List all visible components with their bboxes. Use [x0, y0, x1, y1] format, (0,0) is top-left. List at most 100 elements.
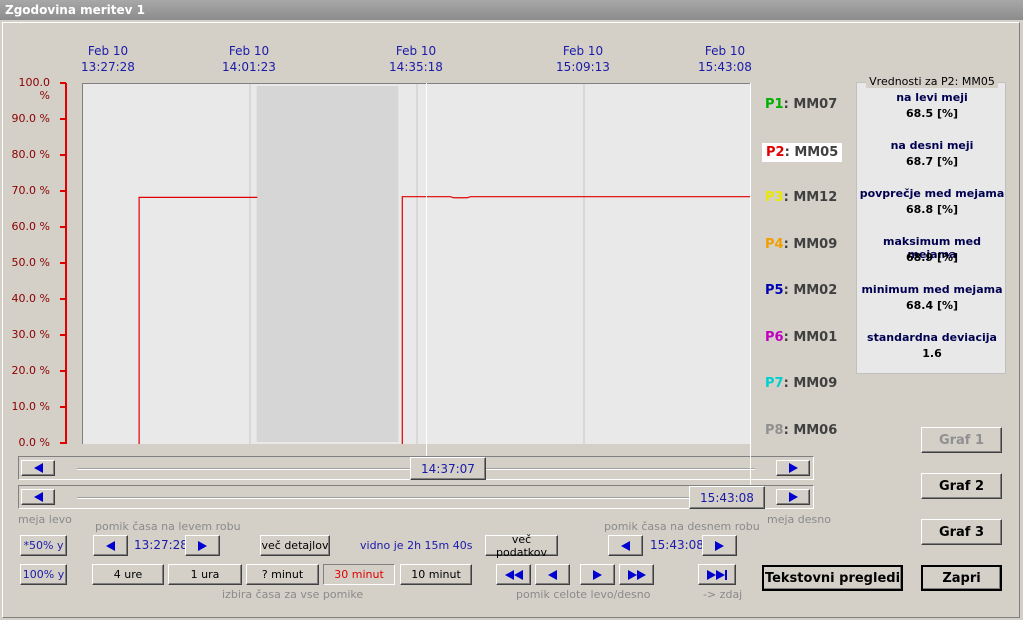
jump-to-now-button[interactable]: [698, 564, 736, 585]
y-tick-label: 40.0 %: [11, 292, 50, 305]
time-label-date: Feb 10: [704, 44, 746, 58]
shift-all-label: pomik celote levo/desno: [516, 588, 651, 601]
more-details-button[interactable]: več detajlov: [260, 535, 330, 556]
y-50-button[interactable]: *50% y: [20, 535, 67, 556]
legend-name: MM09: [793, 236, 838, 252]
double-arrow-right-icon: [627, 569, 637, 580]
right-limit-cursor-line: [750, 83, 751, 485]
close-button[interactable]: Zapri: [921, 565, 1002, 591]
time-1-hour-button[interactable]: 1 ura: [168, 564, 242, 585]
double-arrow-left-icon: [504, 569, 514, 580]
value-label: minimum med mejama: [861, 283, 1003, 296]
left-limit-cursor-line: [426, 83, 427, 456]
time-label-date: Feb 10: [395, 44, 437, 58]
arrow-right-icon: [715, 540, 724, 551]
y-tick-label: 80.0 %: [11, 148, 50, 161]
left-limit-scroll-left-button[interactable]: [21, 460, 55, 476]
now-label: -> zdaj: [703, 588, 743, 601]
left-limit-scroll-right-button[interactable]: [776, 460, 810, 476]
legend-code: P4: [765, 236, 784, 252]
plot-area[interactable]: [82, 83, 751, 444]
right-edge-time: 15:43:08: [650, 538, 704, 552]
time-label: Feb 10 14:01:23: [204, 43, 294, 75]
y-tick-label: 100.0 %: [18, 76, 51, 102]
legend-name: MM12: [793, 190, 838, 205]
arrow-right-icon: [198, 540, 207, 551]
time-label: Feb 10 14:35:18: [371, 43, 461, 75]
y-tick-label: 90.0 %: [11, 112, 50, 125]
arrow-left-icon: [548, 569, 557, 580]
y-tick-label: 30.0 %: [11, 328, 50, 341]
value-label: na desni meji: [890, 139, 974, 152]
y-tick-label: 70.0 %: [11, 184, 50, 197]
more-data-button[interactable]: več podatkov: [485, 533, 558, 559]
time-4-hours-button[interactable]: 4 ure: [92, 564, 164, 585]
time-30-minutes-button[interactable]: 30 minut: [323, 564, 395, 585]
graph-1-button[interactable]: Graf 1: [921, 427, 1002, 453]
left-limit-thumb[interactable]: 14:37:07: [410, 457, 486, 480]
arrow-left-icon: [33, 492, 43, 502]
left-limit-label: meja levo: [18, 513, 72, 526]
y-tick-label: 20.0 %: [11, 364, 50, 377]
text-reviews-button[interactable]: Tekstovni pregledi: [762, 565, 903, 591]
time-label-time: 15:09:13: [556, 60, 610, 74]
series-line-p2: [138, 196, 258, 444]
arrow-left-icon: [33, 463, 43, 473]
legend-item-p2[interactable]: P2: MM05: [762, 142, 843, 162]
value-label: na levi meji: [896, 91, 968, 104]
right-edge-shift-label: pomik časa na desnem robu: [604, 520, 760, 533]
legend-name: MM09: [793, 376, 838, 391]
shift-all-fast-left-button[interactable]: [496, 564, 531, 585]
legend-item-p5[interactable]: P5: MM02: [762, 282, 840, 299]
visible-span-text: vidno je 2h 15m 40s: [360, 539, 473, 552]
legend-item-p6[interactable]: P6: MM01: [762, 329, 840, 346]
value-number: 68.4 [%]: [905, 299, 959, 312]
left-edge-forward-button[interactable]: [185, 535, 220, 556]
graph-3-button[interactable]: Graf 3: [921, 519, 1002, 545]
legend-code: P3: [765, 190, 784, 205]
right-limit-scroll-right-button[interactable]: [776, 489, 810, 505]
left-edge-shift-label: pomik časa na levem robu: [95, 520, 241, 533]
time-10-minutes-button[interactable]: 10 minut: [400, 564, 472, 585]
graph-2-button[interactable]: Graf 2: [921, 473, 1002, 499]
chart-svg: [138, 84, 751, 444]
shift-all-fast-right-button[interactable]: [619, 564, 654, 585]
arrow-left-icon: [106, 540, 115, 551]
shift-all-left-button[interactable]: [535, 564, 570, 585]
legend-item-p8[interactable]: P8: MM06: [762, 422, 840, 439]
values-panel: Vrednosti za P2: MM05 na levi meji 68.5 […: [856, 75, 1006, 374]
left-limit-scrollbar[interactable]: 14:37:07: [18, 456, 814, 480]
legend-item-p4[interactable]: P4: MM09: [762, 236, 840, 253]
right-limit-track[interactable]: [77, 497, 755, 499]
legend-name: MM07: [793, 97, 838, 112]
right-edge-forward-button[interactable]: [702, 535, 737, 556]
y-100-button[interactable]: 100% y: [20, 564, 67, 585]
right-edge-back-button[interactable]: [608, 535, 643, 556]
legend-item-p3[interactable]: P3: MM12: [762, 189, 840, 206]
legend-item-p1[interactable]: P1: MM07: [762, 96, 840, 113]
legend-code: P2: [766, 144, 785, 160]
y-tick-label: 60.0 %: [11, 220, 50, 233]
series-line-p2: [401, 196, 751, 444]
legend-code: P1: [765, 97, 784, 112]
time-label-time: 15:43:08: [698, 60, 752, 74]
legend-item-p7[interactable]: P7: MM09: [762, 375, 840, 392]
values-panel-title: Vrednosti za P2: MM05: [866, 75, 998, 88]
left-edge-back-button[interactable]: [93, 535, 128, 556]
value-number: 68.9 [%]: [905, 251, 959, 264]
time-label: Feb 10 15:09:13: [538, 43, 628, 75]
arrow-right-icon: [593, 569, 602, 580]
y-tick-label: 10.0 %: [11, 400, 50, 413]
time-custom-minutes-button[interactable]: ? minut: [246, 564, 319, 585]
legend-code: P6: [765, 329, 784, 345]
time-label: Feb 10 15:43:08: [680, 43, 770, 75]
shift-all-right-button[interactable]: [580, 564, 615, 585]
right-limit-scroll-left-button[interactable]: [21, 489, 55, 505]
right-limit-scrollbar[interactable]: 15:43:08: [18, 485, 814, 509]
time-label-time: 13:27:28: [81, 60, 135, 74]
right-limit-thumb[interactable]: 15:43:08: [689, 486, 765, 509]
legend-name: MM05: [794, 144, 839, 160]
skip-end-icon: [707, 569, 716, 580]
time-label-date: Feb 10: [87, 44, 129, 58]
time-label-time: 14:01:23: [222, 60, 276, 74]
